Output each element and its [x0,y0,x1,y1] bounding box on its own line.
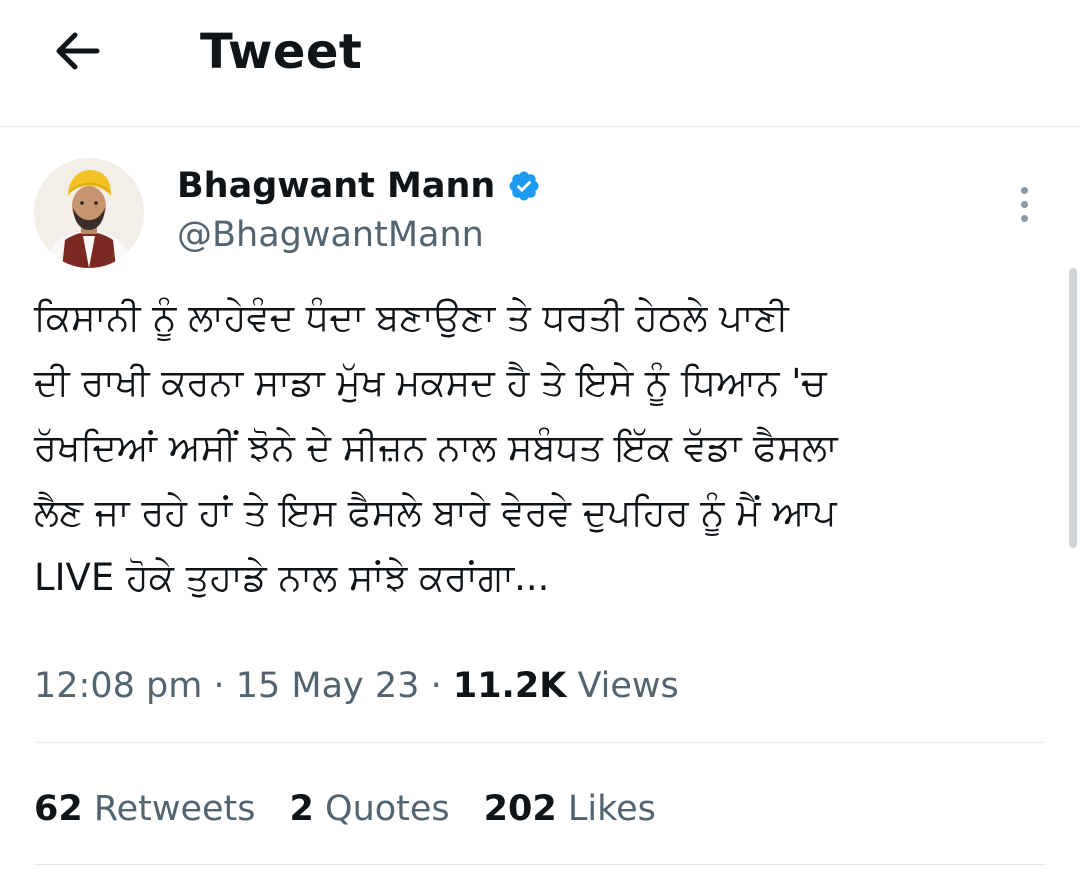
profile-photo [34,158,144,268]
tweet-stats: 62 Retweets 2 Quotes 202 Likes [34,783,656,835]
arrow-left-icon [56,32,100,70]
author-display-name[interactable]: Bhagwant Mann [177,163,495,209]
tweet-detail-page: Tweet Bhagwant Mann @BhagwantMann ਕਿਸਾਨੀ… [0,0,1080,874]
tweet-text: ਕਿਸਾਨੀ ਨੂੰ ਲਾਹੇਵੰਦ ਧੰਦਾ ਬਣਾਉਣਾ ਤੇ ਧਰਤੀ ਹ… [34,285,1044,610]
retweets-count: 62 [34,789,83,829]
retweets-label: Retweets [93,789,256,829]
tweet-time[interactable]: 12:08 pm [34,666,202,706]
quotes-count: 2 [289,789,314,829]
quotes-stat[interactable]: 2 Quotes [290,783,450,835]
tweet-text-line: ਦੀ ਰਾਖੀ ਕਰਨਾ ਸਾਡਾ ਮੁੱਖ ਮਕਸਦ ਹੈ ਤੇ ਇਸੇ ਨੂ… [34,361,827,404]
likes-count: 202 [483,789,557,829]
verified-badge-icon [509,171,539,201]
meta-separator: · [213,666,225,706]
divider [34,864,1046,865]
author-handle[interactable]: @BhagwantMann [177,212,484,258]
quotes-label: Quotes [325,789,450,829]
more-vertical-icon-dot [1020,200,1028,208]
likes-stat[interactable]: 202 Likes [484,783,656,835]
views-label: Views [577,666,679,706]
tweet-text-line: ਲੈਣ ਜਾ ਰਹੇ ਹਾਂ ਤੇ ਇਸ ਫੈਸਲੇ ਬਾਰੇ ਵੇਰਵੇ ਦੁ… [34,491,837,534]
more-vertical-icon [1020,186,1028,194]
scrollbar-thumb[interactable] [1069,268,1077,548]
more-options-button[interactable] [1006,180,1042,228]
tweet-meta: 12:08 pm · 15 May 23 · 11.2K Views [34,660,679,712]
divider [34,742,1046,743]
more-vertical-icon-dot [1020,214,1028,222]
tweet-text-line: ਰੱਖਦਿਆਂ ਅਸੀਂ ਝੋਨੇ ਦੇ ਸੀਜ਼ਨ ਨਾਲ ਸਬੰਧਤ ਇੱਕ… [34,426,838,469]
top-app-bar: Tweet [0,0,1080,127]
meta-separator: · [430,666,442,706]
tweet-text-line: LIVE ਹੋਕੇ ਤੁਹਾਡੇ ਨਾਲ ਸਾਂਝੇ ਕਰਾਂਗਾ... [34,556,550,599]
views-count: 11.2K [452,666,567,706]
back-button[interactable] [46,22,108,80]
retweets-stat[interactable]: 62 Retweets [34,783,256,835]
avatar[interactable] [34,158,144,268]
tweet-date[interactable]: 15 May 23 [236,666,420,706]
likes-label: Likes [567,789,656,829]
tweet-text-line: ਕਿਸਾਨੀ ਨੂੰ ਲਾਹੇਵੰਦ ਧੰਦਾ ਬਣਾਉਣਾ ਤੇ ਧਰਤੀ ਹ… [34,296,789,339]
author-name-row: Bhagwant Mann [177,163,541,209]
page-title: Tweet [200,24,363,80]
